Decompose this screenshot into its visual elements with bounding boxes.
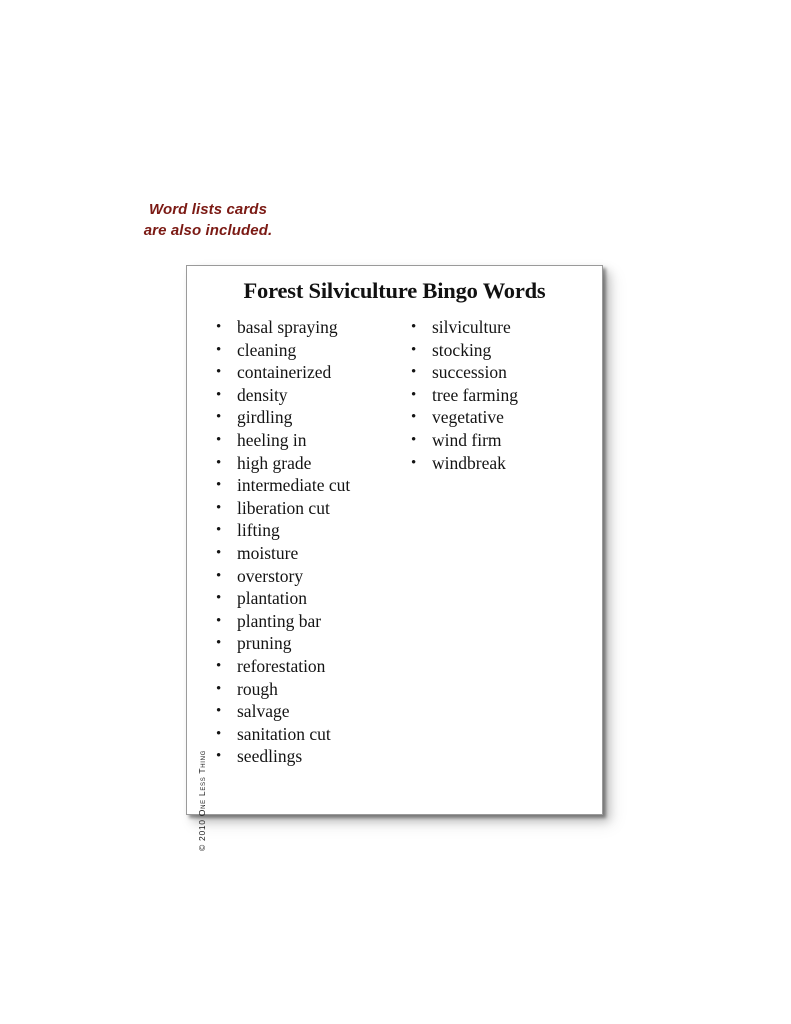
word-list-item-label: wind firm (432, 429, 502, 450)
word-list-item-label: succession (432, 362, 507, 383)
bullet-icon: • (216, 567, 222, 584)
word-list-item-label: density (237, 384, 288, 405)
bullet-icon: • (216, 635, 222, 652)
word-list-column-left: • basal spraying • cleaning • containerized • d… (215, 316, 415, 768)
bingo-word-card: Forest Silviculture Bingo Words • basal s… (186, 265, 603, 851)
word-list-item: • lifting (215, 519, 415, 542)
word-list-item-label: containerized (237, 362, 332, 383)
word-list-item-label: reforestation (237, 655, 326, 676)
word-list-item-label: salvage (237, 701, 290, 722)
bullet-icon: • (411, 454, 417, 471)
word-list-item: • salvage (215, 700, 415, 723)
word-list-item: • tree farming (410, 384, 590, 407)
word-list-item: • pruning (215, 632, 415, 655)
card-title: Forest Silviculture Bingo Words (243, 278, 546, 303)
word-list-item: • girdling (215, 406, 415, 429)
bullet-icon: • (216, 499, 222, 516)
word-list-item-label: liberation cut (237, 497, 330, 518)
word-list-item: • containerized (215, 361, 415, 384)
word-list-item: • sanitation cut (215, 723, 415, 746)
word-list-item-label: windbreak (432, 452, 506, 473)
word-list-item-label: stocking (432, 339, 492, 360)
bullet-icon: • (216, 657, 222, 674)
bullet-icon: • (216, 725, 222, 742)
word-list-item-label: heeling in (237, 429, 307, 450)
word-list-item-label: high grade (237, 452, 312, 473)
word-list-item: • moisture (215, 542, 415, 565)
word-list-item: • vegetative (410, 406, 590, 429)
bullet-icon: • (216, 590, 222, 607)
word-list-item: • overstory (215, 565, 415, 588)
bullet-icon: • (216, 386, 222, 403)
bullet-icon: • (216, 431, 222, 448)
word-list-item-label: moisture (237, 542, 299, 563)
word-list-item: • stocking (410, 339, 590, 362)
word-list-item-label: sanitation cut (237, 723, 331, 744)
word-list-item: • liberation cut (215, 497, 415, 520)
word-list-item-label: tree farming (432, 384, 518, 405)
word-list-item-label: overstory (237, 565, 304, 586)
word-list-item-label: vegetative (432, 407, 504, 428)
word-list-item: • reforestation (215, 655, 415, 678)
word-list-item: • silviculture (410, 316, 590, 339)
word-list-item-label: planting bar (237, 610, 322, 631)
word-list-item-label: pruning (237, 633, 292, 654)
bullet-icon: • (216, 612, 222, 629)
word-list-item: • density (215, 384, 415, 407)
word-list-item: • wind firm (410, 429, 590, 452)
word-list-item-label: lifting (237, 520, 280, 541)
word-list-item: • seedlings (215, 745, 415, 768)
bullet-icon: • (216, 454, 222, 471)
word-list-item-label: silviculture (432, 317, 511, 337)
word-list-item-label: intermediate cut (237, 475, 351, 496)
word-list-item: • plantation (215, 587, 415, 610)
word-list-column-right: • silviculture • stocking • succession • tree f… (410, 316, 590, 474)
bullet-icon: • (411, 431, 417, 448)
bullet-icon: • (216, 544, 222, 561)
word-list-item: • basal spraying (215, 316, 415, 339)
promo-caption-line-2: are also included. (143, 222, 273, 239)
word-list-item-label: girdling (237, 407, 293, 428)
word-list-item-label: seedlings (237, 746, 303, 767)
word-list-item: • succession (410, 361, 590, 384)
bullet-icon: • (411, 364, 417, 381)
promo-caption: Word lists cards are also included. (108, 199, 308, 241)
promo-caption-line-1: Word lists cards (148, 201, 268, 218)
bullet-icon: • (216, 409, 222, 426)
bullet-icon: • (411, 409, 417, 426)
copyright-notice: © 2010 One Less Thing (197, 749, 207, 851)
word-list-item: • heeling in (215, 429, 415, 452)
bullet-icon: • (216, 341, 222, 358)
bullet-icon: • (216, 319, 222, 335)
bullet-icon: • (411, 319, 417, 335)
word-list-item-label: rough (237, 678, 278, 699)
word-list-item-label: basal spraying (237, 317, 338, 337)
word-list-item: • cleaning (215, 339, 415, 362)
word-list-item: • windbreak (410, 452, 590, 475)
word-list-item: • high grade (215, 452, 415, 475)
bullet-icon: • (216, 748, 222, 765)
bullet-icon: • (216, 364, 222, 381)
bullet-icon: • (411, 341, 417, 358)
bullet-icon: • (411, 386, 417, 403)
word-list-item: • rough (215, 678, 415, 701)
bullet-icon: • (216, 477, 222, 494)
bullet-icon: • (216, 703, 222, 720)
bullet-icon: • (216, 680, 222, 697)
word-list-item-label: plantation (237, 588, 307, 609)
word-list-item-label: cleaning (237, 339, 297, 360)
word-list-item: • intermediate cut (215, 474, 415, 497)
word-list-item: • planting bar (215, 610, 415, 633)
bullet-icon: • (216, 522, 222, 539)
